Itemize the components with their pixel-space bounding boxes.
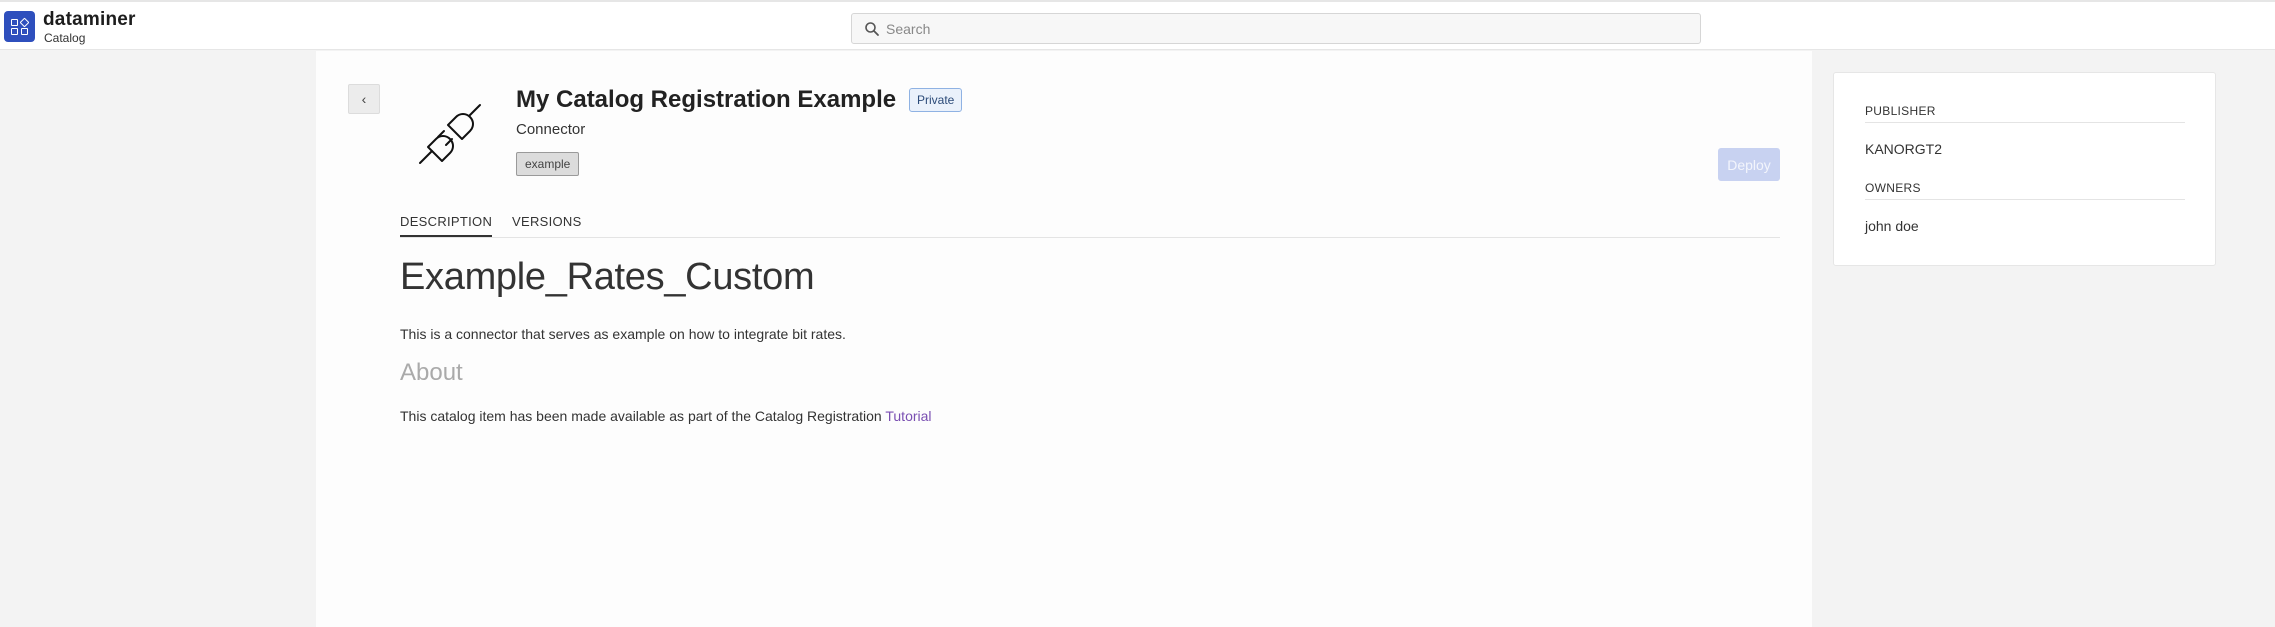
description-heading: Example_Rates_Custom	[400, 256, 815, 298]
publisher-value: KANORGT2	[1865, 141, 1943, 157]
publisher-label: PUBLISHER	[1865, 104, 2185, 123]
brand-subtitle: Catalog	[44, 31, 86, 45]
tab-versions[interactable]: VERSIONS	[512, 214, 582, 235]
chevron-left-icon: ‹	[361, 91, 367, 107]
about-text: This catalog item has been made availabl…	[400, 408, 886, 424]
about-heading: About	[400, 359, 463, 386]
search-icon	[865, 22, 879, 36]
dataminer-logo-icon[interactable]	[4, 11, 35, 42]
deploy-button[interactable]: Deploy	[1718, 148, 1780, 181]
plug-icon	[419, 104, 481, 164]
search-input[interactable]	[886, 18, 1686, 40]
brand-name[interactable]: dataminer	[43, 9, 136, 31]
details-card: PUBLISHER KANORGT2 OWNERS john doe	[1833, 72, 2216, 266]
top-bar: dataminer Catalog	[0, 0, 2275, 50]
visibility-badge: Private	[909, 88, 963, 112]
tab-bar: DESCRIPTION VERSIONS	[400, 210, 1780, 238]
owners-label: OWNERS	[1865, 181, 2185, 200]
search-box[interactable]	[851, 13, 1701, 44]
tag-chip[interactable]: example	[516, 152, 580, 176]
description-intro: This is a connector that serves as examp…	[400, 326, 846, 342]
tab-description[interactable]: DESCRIPTION	[400, 214, 493, 237]
item-type: Connector	[516, 121, 586, 138]
about-paragraph: This catalog item has been made availabl…	[400, 408, 932, 424]
back-button[interactable]: ‹	[348, 84, 380, 114]
item-title: My Catalog Registration Example	[516, 86, 897, 113]
tutorial-link[interactable]: Tutorial	[885, 408, 931, 424]
owners-value: john doe	[1865, 218, 1919, 234]
